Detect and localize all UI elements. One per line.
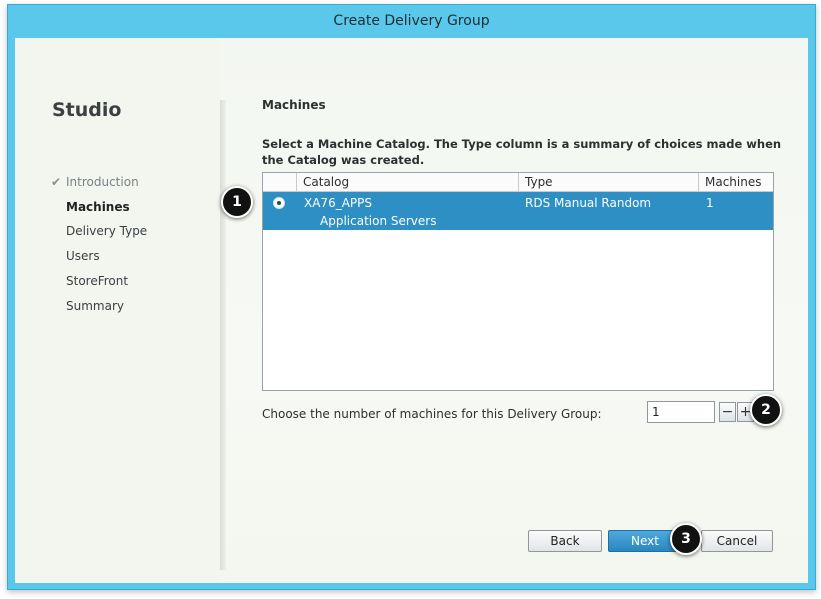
wizard-content: Machines Select a Machine Catalog. The T… bbox=[255, 38, 795, 583]
machine-count-label: Choose the number of machines for this D… bbox=[262, 407, 602, 421]
step-machines[interactable]: Machines bbox=[66, 200, 130, 214]
step-summary: Summary bbox=[66, 299, 124, 313]
step-label: StoreFront bbox=[66, 274, 129, 288]
step-label: Users bbox=[66, 249, 100, 263]
decrement-button[interactable]: − bbox=[719, 402, 736, 422]
machine-count-input[interactable] bbox=[647, 401, 715, 423]
section-title: Machines bbox=[262, 98, 326, 112]
catalog-name: XA76_APPS bbox=[304, 196, 372, 210]
callout-badge-3: 3 bbox=[670, 523, 702, 555]
header-radio-column bbox=[263, 173, 296, 191]
table-row[interactable]: XA76_APPS Application Servers RDS Manual… bbox=[263, 192, 773, 230]
callout-badge-2: 2 bbox=[750, 394, 782, 426]
sidebar-divider bbox=[220, 100, 226, 570]
row-radio-button[interactable] bbox=[273, 197, 285, 209]
step-label: Summary bbox=[66, 299, 124, 313]
catalog-description: Application Servers bbox=[320, 214, 437, 228]
sidebar-title: Studio bbox=[52, 99, 122, 121]
dialog-client: Studio ✔ Introduction Machines Delivery … bbox=[15, 38, 808, 583]
window-title: Create Delivery Group bbox=[333, 13, 490, 29]
step-introduction[interactable]: ✔ Introduction bbox=[51, 175, 139, 189]
catalog-machine-count: 1 bbox=[706, 196, 714, 210]
step-label: Machines bbox=[66, 200, 130, 214]
table-header: Catalog Type Machines bbox=[263, 173, 773, 192]
column-header-type[interactable]: Type bbox=[518, 173, 698, 191]
step-label: Delivery Type bbox=[66, 224, 148, 238]
back-button[interactable]: Back bbox=[528, 530, 602, 552]
dialog-window: Create Delivery Group Studio ✔ Introduct… bbox=[7, 4, 816, 590]
column-header-machines[interactable]: Machines bbox=[698, 173, 773, 191]
step-delivery-type: Delivery Type bbox=[66, 224, 147, 238]
wizard-sidebar: Studio ✔ Introduction Machines Delivery … bbox=[15, 38, 220, 583]
cancel-button[interactable]: Cancel bbox=[701, 530, 773, 552]
callout-badge-1: 1 bbox=[221, 186, 253, 218]
catalog-type: RDS Manual Random bbox=[525, 196, 652, 210]
step-storefront: StoreFront bbox=[66, 274, 128, 288]
column-header-catalog[interactable]: Catalog bbox=[296, 173, 518, 191]
instruction-text: Select a Machine Catalog. The Type colum… bbox=[262, 137, 782, 167]
checkmark-icon: ✔ bbox=[51, 175, 62, 189]
step-label: Introduction bbox=[66, 175, 139, 189]
catalog-table: Catalog Type Machines XA76_APPS Applicat… bbox=[262, 172, 774, 391]
step-users: Users bbox=[66, 249, 100, 263]
